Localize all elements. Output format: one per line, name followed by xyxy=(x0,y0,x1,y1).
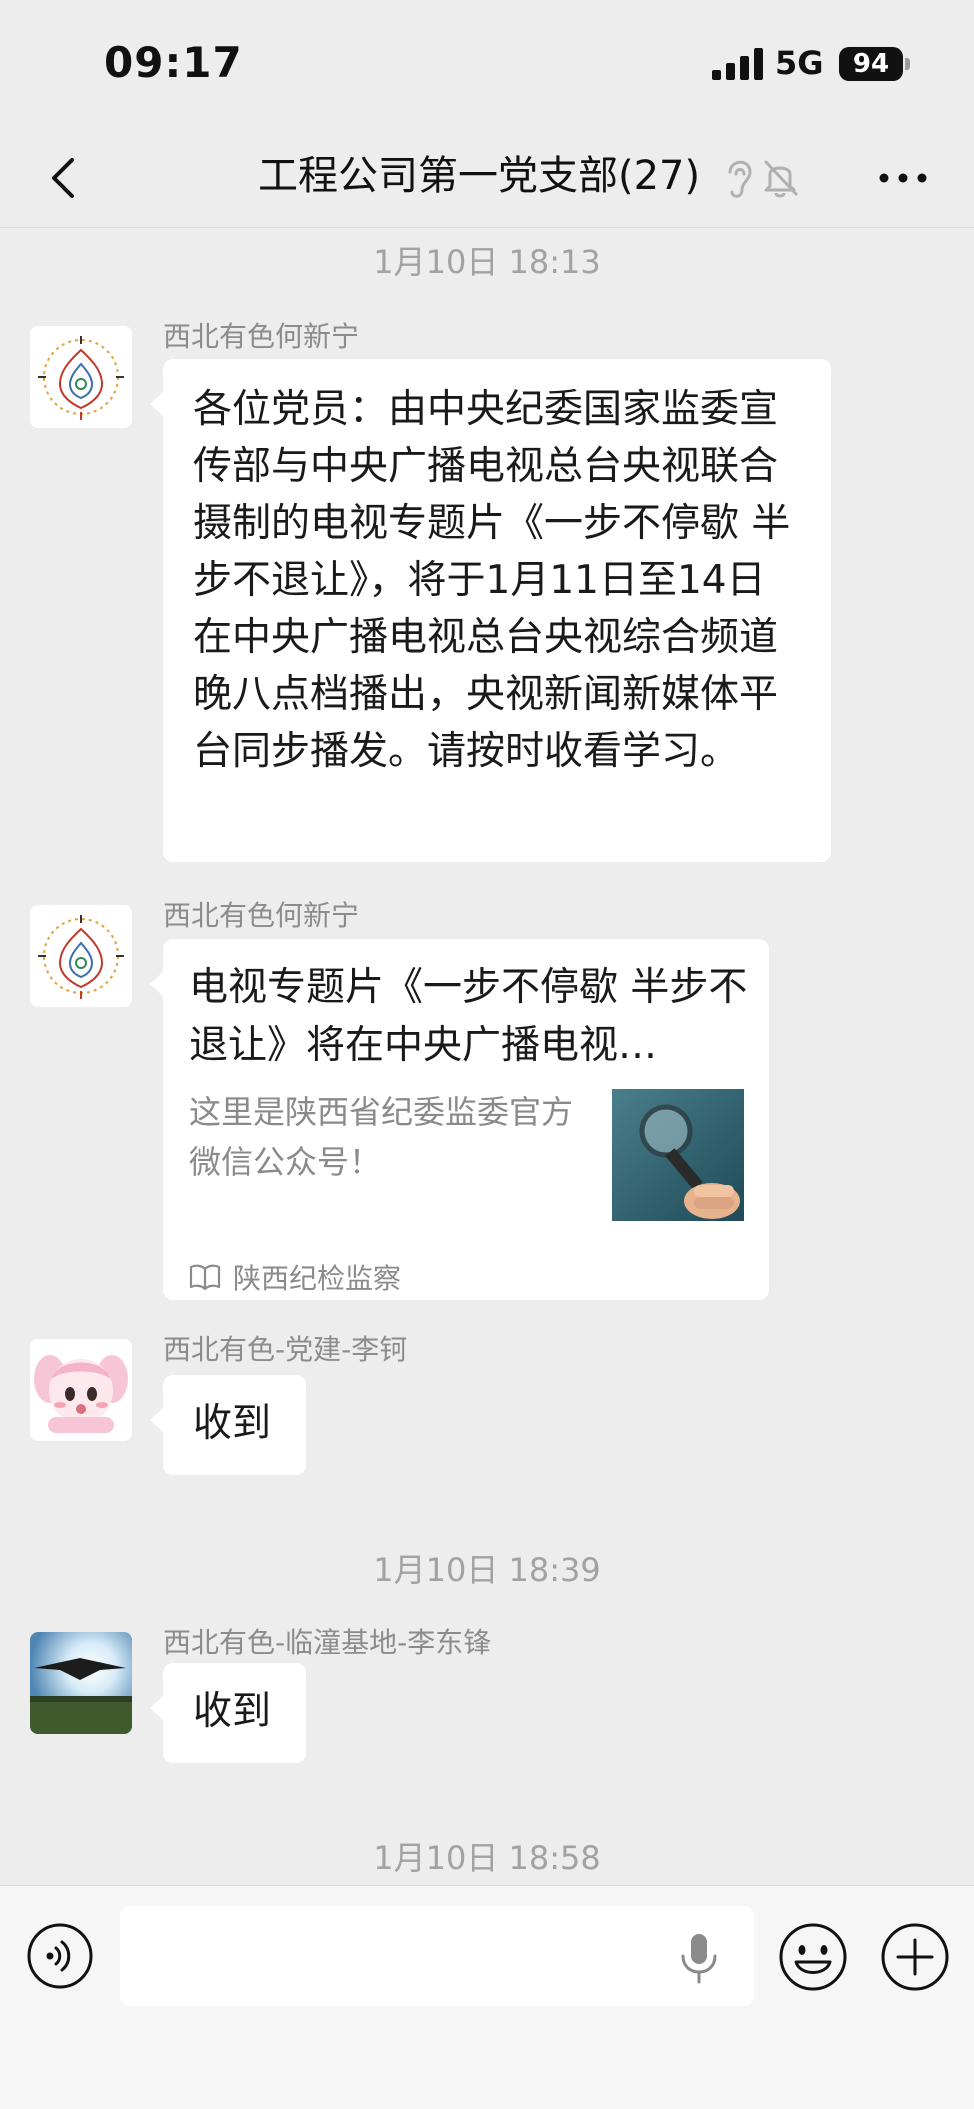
chat-title: 工程公司第一党支部(27) xyxy=(258,153,701,199)
sender-name: 西北有色何新宁 xyxy=(163,320,360,353)
status-bar: 09:17 5G 94 xyxy=(0,0,974,130)
message-text: 各位党员：由中央纪委国家监委宣传部与中央广播电视总台央视联合摄制的电视专题片《一… xyxy=(193,387,791,774)
avatar[interactable] xyxy=(30,905,132,1007)
network-type: 5G xyxy=(775,44,824,82)
timestamp: 1月10日 18:58 xyxy=(373,1839,601,1877)
timestamp: 1月10日 18:39 xyxy=(373,1551,601,1589)
back-icon[interactable] xyxy=(36,148,96,208)
bell-muted-icon xyxy=(764,160,798,198)
avatar[interactable] xyxy=(30,326,132,428)
cartoon-avatar-icon xyxy=(30,1339,132,1441)
plus-icon[interactable] xyxy=(880,1922,950,1992)
signal-icon xyxy=(712,48,763,80)
input-bar xyxy=(0,1885,974,2109)
status-time: 09:17 xyxy=(104,38,243,87)
voice-icon[interactable] xyxy=(26,1922,94,1990)
message-bubble[interactable]: 收到 xyxy=(150,1663,306,1763)
chat-area[interactable]: 1月10日 18:13 西北有色何新宁 各位党员：由中央纪委国家监委宣传部与中央… xyxy=(0,229,974,1885)
card-description: 这里是陕西省纪委监委官方微信公众号！ xyxy=(189,1093,574,1181)
link-card[interactable]: 电视专题片《一步不停歇 半步不退让》将在中央广播电视… 这里是陕西省纪委监委官方… xyxy=(150,939,769,1300)
emoji-icon[interactable] xyxy=(778,1922,848,1992)
message-text: 收到 xyxy=(193,1689,272,1734)
message-bubble[interactable]: 收到 xyxy=(150,1375,306,1475)
emblem-avatar-icon xyxy=(30,905,132,1007)
more-icon[interactable] xyxy=(876,154,930,202)
nav-bar: 工程公司第一党支部(27) xyxy=(0,130,974,228)
sender-name: 西北有色-党建-李钶 xyxy=(163,1333,408,1366)
battery-tip xyxy=(905,58,910,70)
emblem-avatar-icon xyxy=(30,326,132,428)
sender-name: 西北有色何新宁 xyxy=(163,899,360,932)
mic-icon[interactable] xyxy=(678,1932,720,1984)
card-thumbnail xyxy=(612,1089,744,1221)
sender-name: 西北有色-临潼基地-李东锋 xyxy=(163,1626,492,1659)
card-title: 电视专题片《一步不停歇 半步不退让》将在中央广播电视… xyxy=(189,965,748,1068)
avatar[interactable] xyxy=(30,1632,132,1734)
message-text: 收到 xyxy=(193,1401,272,1446)
card-source: 陕西纪检监察 xyxy=(189,1257,401,1297)
battery-level: 94 xyxy=(839,47,903,81)
book-icon xyxy=(189,1264,221,1291)
ear-icon xyxy=(728,160,752,198)
avatar[interactable] xyxy=(30,1339,132,1441)
timestamp: 1月10日 18:13 xyxy=(373,243,601,281)
message-bubble[interactable]: 各位党员：由中央纪委国家监委宣传部与中央广播电视总台央视联合摄制的电视专题片《一… xyxy=(150,359,831,862)
landscape-avatar-icon xyxy=(30,1632,132,1734)
card-source-name: 陕西纪检监察 xyxy=(233,1262,402,1295)
magnifier-image xyxy=(612,1089,744,1221)
message-input[interactable] xyxy=(120,1906,754,2006)
